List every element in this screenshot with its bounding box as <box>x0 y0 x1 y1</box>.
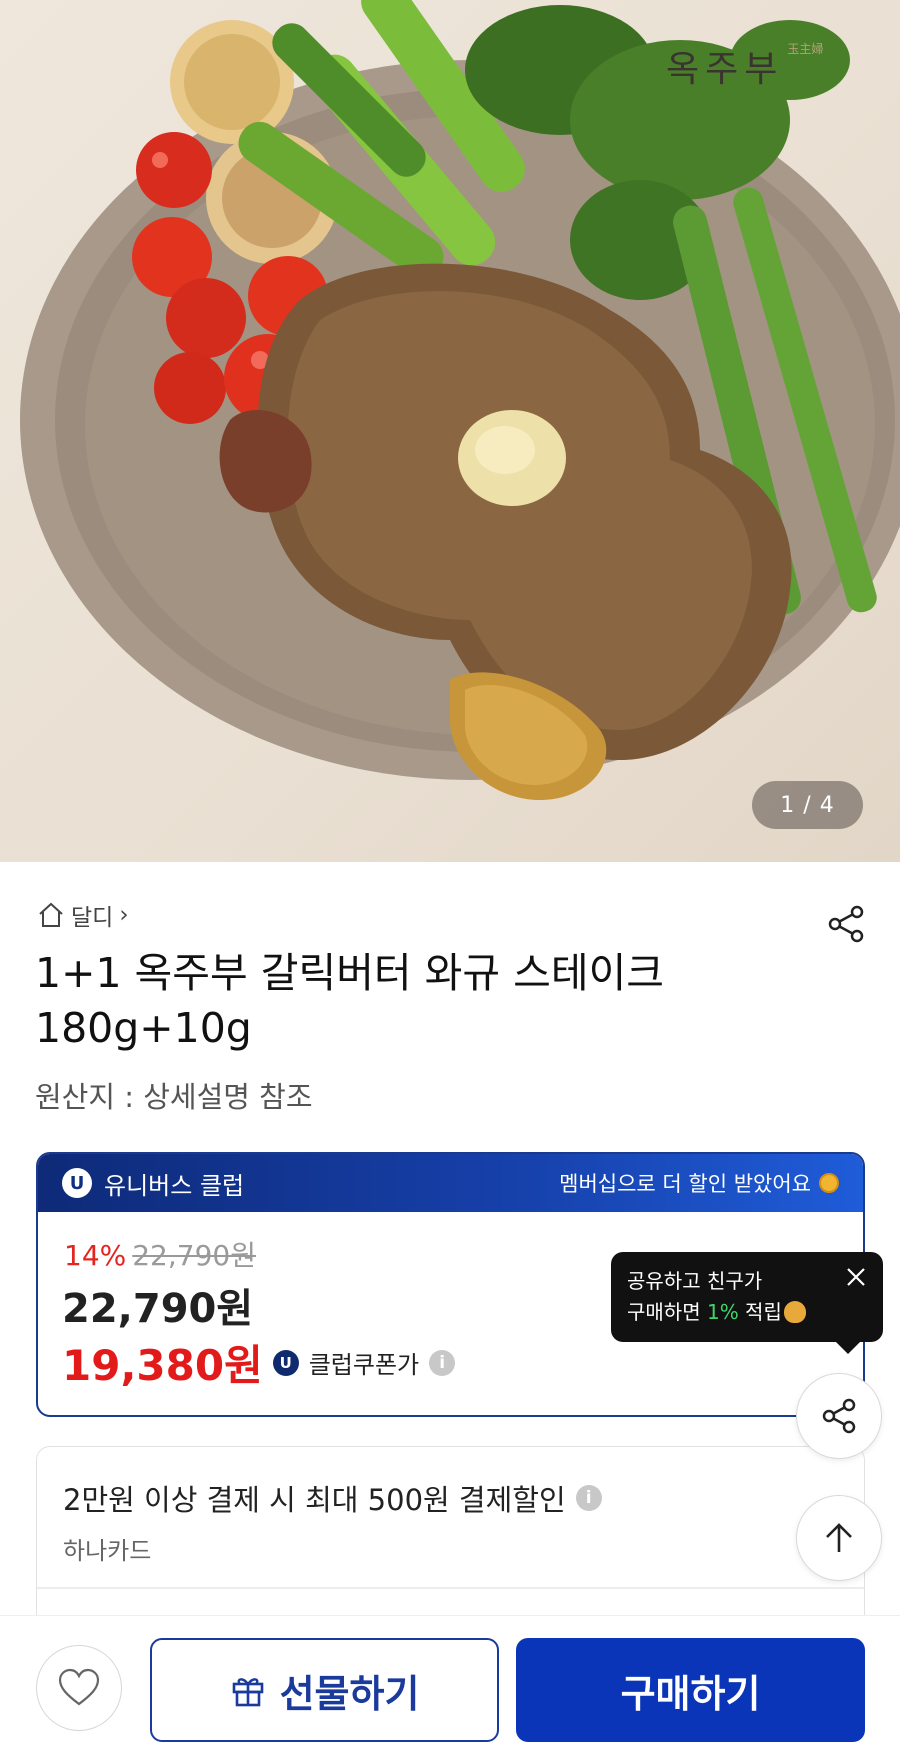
card-offer-title: 2만원 이상 결제 시 최대 500원 결제할인 <box>63 1483 566 1517</box>
arrow-up-icon <box>826 1523 852 1552</box>
chevron-right-icon: › <box>119 902 129 928</box>
floating-share-button[interactable] <box>796 1373 882 1459</box>
club-name: 유니버스 클럽 <box>104 1171 245 1200</box>
share-icon <box>828 905 864 943</box>
scroll-to-top-button[interactable] <box>796 1495 882 1581</box>
club-promo-text: 멤버십으로 더 할인 받았어요 <box>559 1172 811 1196</box>
tooltip-line1: 공유하고 친구가 <box>627 1269 763 1293</box>
bottom-action-bar: 선물하기 구매하기 <box>0 1615 900 1749</box>
share-reward-tooltip: 공유하고 친구가 구매하면 1% 적립 <box>611 1252 883 1354</box>
tooltip-line2-suffix: 적립 <box>738 1300 782 1324</box>
share-button[interactable] <box>820 898 872 950</box>
brand-watermark-text: 옥주부 <box>666 49 784 90</box>
coupon-price-row: 19,380원 U 클럽쿠폰가 i <box>62 1332 456 1393</box>
divider <box>37 1587 864 1589</box>
product-photo <box>20 0 900 800</box>
product-image[interactable]: 옥주부 玉主婦 1 / 4 <box>0 0 900 862</box>
sale-price: 22,790원 <box>62 1286 254 1332</box>
tooltip-line2: 구매하면 1% 적립 <box>627 1297 867 1328</box>
info-icon[interactable]: i <box>429 1349 456 1376</box>
gift-button[interactable]: 선물하기 <box>150 1638 499 1742</box>
info-icon[interactable]: i <box>575 1485 602 1511</box>
buy-button-label: 구매하기 <box>620 1671 761 1716</box>
product-title: 1+1 옥주부 갈릭버터 와규 스테이크 180g+10g <box>35 949 665 1052</box>
coin-icon <box>819 1173 839 1193</box>
tooltip-reward-percent: 1% <box>706 1300 739 1324</box>
coupon-price: 19,380원 <box>62 1341 263 1390</box>
share-icon <box>822 1398 856 1434</box>
club-coupon-icon: U <box>272 1349 299 1376</box>
card-offer-title-row: 2만원 이상 결제 시 최대 500원 결제할인 i <box>63 1477 602 1519</box>
breadcrumb-store[interactable]: 달디 <box>71 898 113 932</box>
gift-icon <box>232 1678 263 1707</box>
brand-watermark-hanja: 玉主婦 <box>787 42 824 56</box>
card-name: 하나카드 <box>63 1537 152 1565</box>
money-bag-icon <box>783 1301 806 1323</box>
club-badge-icon: U <box>62 1168 92 1198</box>
heart-icon <box>58 1668 100 1706</box>
home-icon <box>39 902 63 927</box>
discount-percent: 14% <box>64 1239 127 1272</box>
wishlist-button[interactable] <box>36 1645 122 1731</box>
club-promo: 멤버십으로 더 할인 받았어요 <box>559 1168 839 1198</box>
breadcrumb[interactable]: 달디 › <box>37 898 129 932</box>
coupon-label: 클럽쿠폰가 <box>308 1351 420 1379</box>
image-counter: 1 / 4 <box>752 781 863 829</box>
discount-row: 14% 22,790원 <box>64 1234 256 1274</box>
tooltip-line2-prefix: 구매하면 <box>627 1300 707 1324</box>
close-icon[interactable] <box>843 1264 869 1290</box>
original-price: 22,790원 <box>132 1239 256 1272</box>
gift-button-label: 선물하기 <box>279 1671 420 1716</box>
club-banner[interactable]: U 유니버스 클럽 멤버십으로 더 할인 받았어요 <box>38 1154 863 1212</box>
brand-watermark: 옥주부 玉主婦 <box>666 40 823 92</box>
buy-button[interactable]: 구매하기 <box>516 1638 865 1742</box>
product-origin: 원산지 : 상세설명 참조 <box>35 1080 313 1114</box>
